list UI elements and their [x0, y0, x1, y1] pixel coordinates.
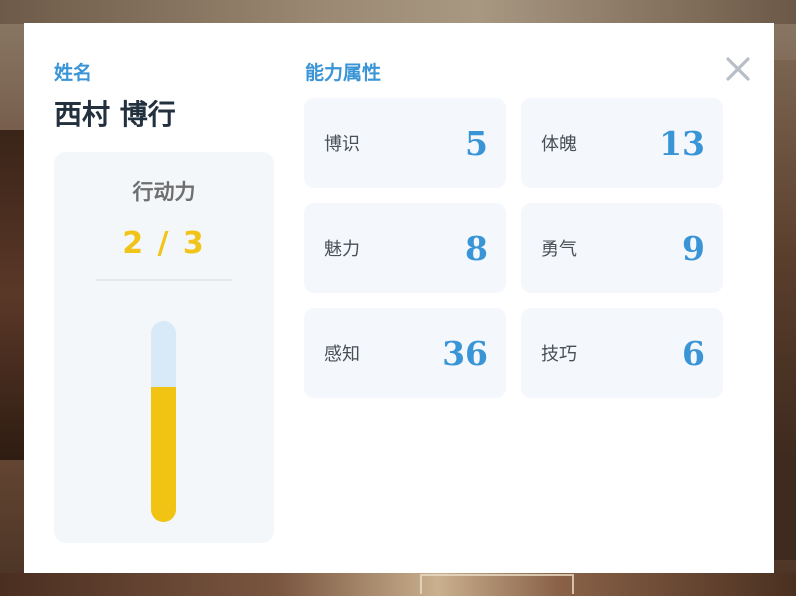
attribute-card-charm: 魅力 8 [304, 203, 506, 293]
action-points-value: 2 / 3 [122, 226, 206, 261]
action-points-title: 行动力 [132, 180, 196, 204]
action-points-bar [151, 321, 176, 522]
background-rug [420, 574, 574, 594]
attribute-label: 勇气 [541, 239, 577, 260]
attribute-card-physique: 体魄 13 [521, 98, 723, 188]
action-points-divider [96, 279, 232, 281]
attribute-label: 体魄 [541, 134, 577, 155]
action-points-card: 行动力 2 / 3 [54, 152, 274, 543]
background-floor [0, 573, 796, 596]
attribute-value: 6 [682, 333, 705, 373]
attribute-value: 5 [465, 123, 488, 163]
name-label: 姓名 [54, 62, 93, 84]
attribute-value: 13 [659, 123, 705, 163]
close-icon [726, 57, 750, 81]
attribute-value: 8 [465, 228, 488, 268]
action-points-bar-fill [151, 387, 176, 522]
character-profile-dialog: 姓名 西村 博行 行动力 2 / 3 能力属性 博识 5 体魄 13 魅力 8 … [24, 23, 774, 573]
attributes-title: 能力属性 [305, 62, 382, 84]
attribute-label: 博识 [324, 134, 360, 155]
attributes-grid: 博识 5 体魄 13 魅力 8 勇气 9 感知 36 技巧 6 [304, 98, 723, 398]
attribute-label: 感知 [324, 344, 360, 365]
background-wall-right [774, 60, 796, 560]
attribute-card-skill: 技巧 6 [521, 308, 723, 398]
attribute-card-knowledge: 博识 5 [304, 98, 506, 188]
character-name: 西村 博行 [54, 98, 176, 131]
attribute-label: 技巧 [541, 344, 577, 365]
attribute-card-perception: 感知 36 [304, 308, 506, 398]
attribute-label: 魅力 [324, 239, 360, 260]
attribute-value: 36 [442, 333, 488, 373]
close-button[interactable] [722, 53, 754, 85]
background-ceiling [0, 0, 796, 24]
attribute-card-courage: 勇气 9 [521, 203, 723, 293]
background-wall-left [0, 130, 24, 460]
attribute-value: 9 [682, 228, 705, 268]
